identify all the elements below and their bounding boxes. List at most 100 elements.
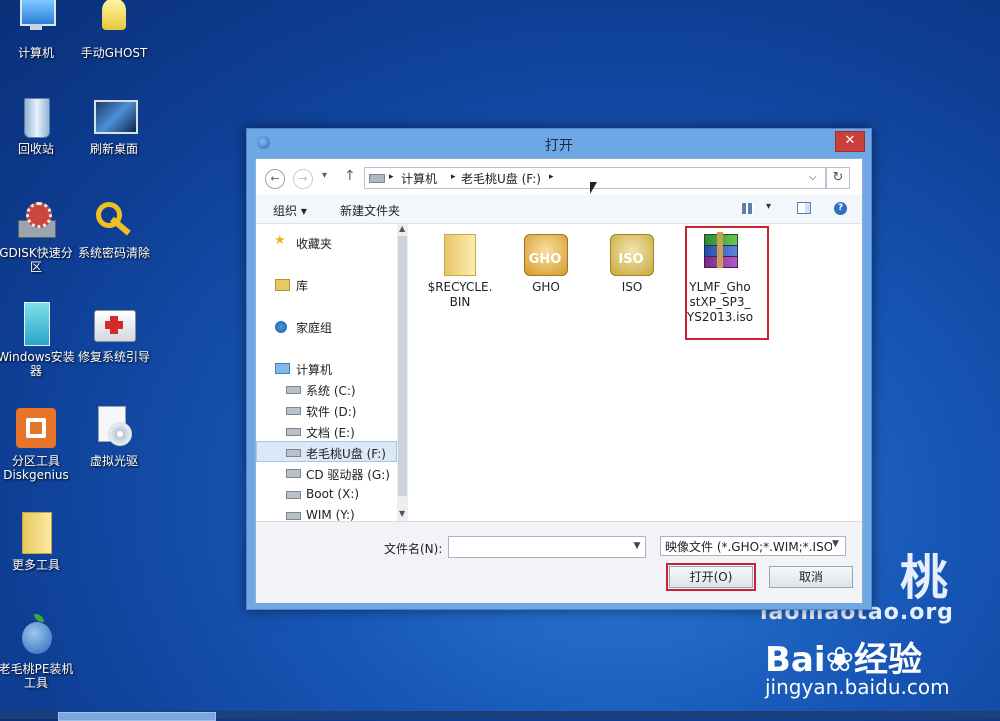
dialog-footer: 文件名(N): ▼ 映像文件 (*.GHO;*.WIM;*.ISO ▼ 打开(O… [256,521,862,603]
cancel-button[interactable]: 取消 [769,566,853,588]
filetype-value: 映像文件 (*.GHO;*.WIM;*.ISO [665,540,834,554]
desktop-icon-diskgenius[interactable]: 分区工具Diskgenius [0,406,76,482]
desktop-icon-label: 回收站 [17,142,54,156]
desktop-icon-label: 修复系统引导 [77,350,150,364]
taskbar-window-button[interactable] [58,712,216,721]
filename-dropdown-icon[interactable]: ▼ [630,536,644,556]
desktop-icon-label: 虚拟光驱 [89,454,138,468]
nav-drive-g[interactable]: CD 驱动器 (G:) [306,466,390,483]
dialog-title: 打开 [545,138,573,154]
homegroup-icon [275,321,287,333]
breadcrumb-separator-icon: ▸ [389,172,394,182]
nav-favorites[interactable]: 收藏夹 [296,235,332,252]
scroll-up-icon[interactable]: ▲ [399,224,405,233]
filetype-dropdown-icon[interactable]: ▼ [832,539,839,549]
nav-drive-c[interactable]: 系统 (C:) [306,382,356,399]
filetype-select[interactable]: 映像文件 (*.GHO;*.WIM;*.ISO [660,536,846,556]
scroll-down-icon[interactable]: ▼ [399,509,405,518]
desktop-icon-label: 手动GHOST [80,46,148,60]
open-button-highlight [666,563,756,591]
file-highlight-box [685,226,769,340]
baidu-logo-text: Bai❀经验 [765,632,922,681]
dialog-titlebar[interactable]: 打开 ✕ [247,129,871,157]
file-name: ISO [621,280,643,294]
nav-libraries[interactable]: 库 [296,277,308,294]
breadcrumb-usb-drive[interactable]: 老毛桃U盘 (F:) [461,170,541,187]
desktop-icon-refresh-desktop[interactable]: 刷新桌面 [74,94,154,156]
desktop-icon-boot-repair[interactable]: 修复系统引导 [74,302,154,364]
file-item-iso[interactable]: ISO ISO [592,232,672,295]
file-list: $RECYCLE. BIN GHO GHO ISO ISO YLMF_Gho s… [410,224,862,521]
new-folder-button[interactable]: 新建文件夹 [340,202,400,219]
refresh-button[interactable]: ↻ [826,167,850,189]
desktop-icon-laomaotao-pe[interactable]: 老毛桃PE装机工具 [0,614,76,690]
computer-icon [14,0,58,42]
navigation-scrollbar[interactable]: ▲ ▼ [397,224,408,521]
close-button[interactable]: ✕ [835,131,865,152]
gdisk-gear-icon [14,198,58,242]
view-options-icon[interactable] [742,203,754,214]
preview-pane-icon[interactable] [797,202,811,214]
history-dropdown-button[interactable]: ▾ [322,170,327,181]
first-aid-kit-icon [92,302,136,346]
file-item-recycle-bin[interactable]: $RECYCLE. BIN [420,232,500,310]
nav-computer[interactable]: 计算机 [296,361,332,378]
library-icon [275,279,290,291]
breadcrumb-separator-icon: ▸ [549,172,554,182]
filename-input[interactable] [448,536,646,558]
desktop-icon-password-clear[interactable]: 系统密码清除 [74,198,154,260]
file-item-gho[interactable]: GHO GHO [506,232,586,295]
nav-homegroup[interactable]: 家庭组 [296,319,332,336]
desktop-icon-label: 计算机 [17,46,54,60]
nav-drive-y[interactable]: WIM (Y:) [306,508,355,521]
breadcrumb-computer[interactable]: 计算机 [401,170,437,187]
windows-installer-icon [14,302,58,346]
desktop-icon-virtual-drive[interactable]: 虚拟光驱 [74,406,154,468]
desktop-icon-recycle-bin[interactable]: 回收站 [0,94,76,156]
desktop-icon-windows-installer[interactable]: Windows安装器 [0,302,76,378]
gho-badge: GHO [528,252,562,267]
scrollbar-thumb[interactable] [398,236,407,496]
desktop-icon-computer[interactable]: 计算机 [0,0,76,60]
gho-disc-icon: GHO [524,232,568,276]
file-name: GHO [532,280,560,294]
drive-small-icon [286,386,301,394]
folder-icon [438,232,482,276]
desktop-icon-label: 分区工具Diskgenius [3,454,69,482]
iso-disc-icon: ISO [610,232,654,276]
desktop-icon-label: 刷新桌面 [89,142,138,156]
desktop-icon-more-tools[interactable]: 更多工具 [0,510,76,572]
drive-small-icon [286,449,301,457]
desktop-icon-manual-ghost[interactable]: 手动GHOST [74,0,154,60]
organize-button[interactable]: 组织 ▾ [273,202,307,219]
cd-drive-icon [286,469,301,478]
brand-watermark-char: 桃 [900,550,949,606]
virtual-drive-icon [92,406,136,450]
computer-small-icon [275,363,290,374]
up-button[interactable]: ↑ [344,168,356,184]
iso-badge: ISO [618,252,644,267]
drive-small-icon [286,428,301,436]
dialog-body: ← → ▾ ↑ ▸ 计算机 ▸ 老毛桃U盘 (F:) ▸ ⌵ ↻ 组织 ▾ 新建… [255,158,863,603]
desktop-icon-gdisk[interactable]: GDISK快速分区 [0,198,76,274]
address-dropdown-icon[interactable]: ⌵ [809,172,817,183]
diskgenius-icon [14,406,58,450]
file-name-line: BIN [449,295,471,309]
back-button[interactable]: ← [265,169,285,189]
recycle-bin-icon [14,94,58,138]
view-dropdown-icon[interactable]: ▾ [766,201,771,212]
nav-drive-d[interactable]: 软件 (D:) [306,403,356,420]
nav-drive-f[interactable]: 老毛桃U盘 (F:) [306,445,386,462]
baidu-logo-main: Bai [765,640,826,680]
nav-drive-x[interactable]: Boot (X:) [306,487,359,501]
navigation-bar: ← → ▾ ↑ ▸ 计算机 ▸ 老毛桃U盘 (F:) ▸ ⌵ ↻ [256,159,862,195]
help-icon[interactable]: ? [834,202,847,215]
nav-drive-e[interactable]: 文档 (E:) [306,424,355,441]
desktop-icon-label: GDISK快速分区 [0,246,73,274]
key-icon [92,198,136,242]
baidu-paw-icon: ❀ [825,640,855,680]
ghost-icon [92,0,136,42]
filename-label: 文件名(N): [384,542,443,556]
desktop-icon-label: 更多工具 [11,558,60,572]
forward-button[interactable]: → [293,169,313,189]
